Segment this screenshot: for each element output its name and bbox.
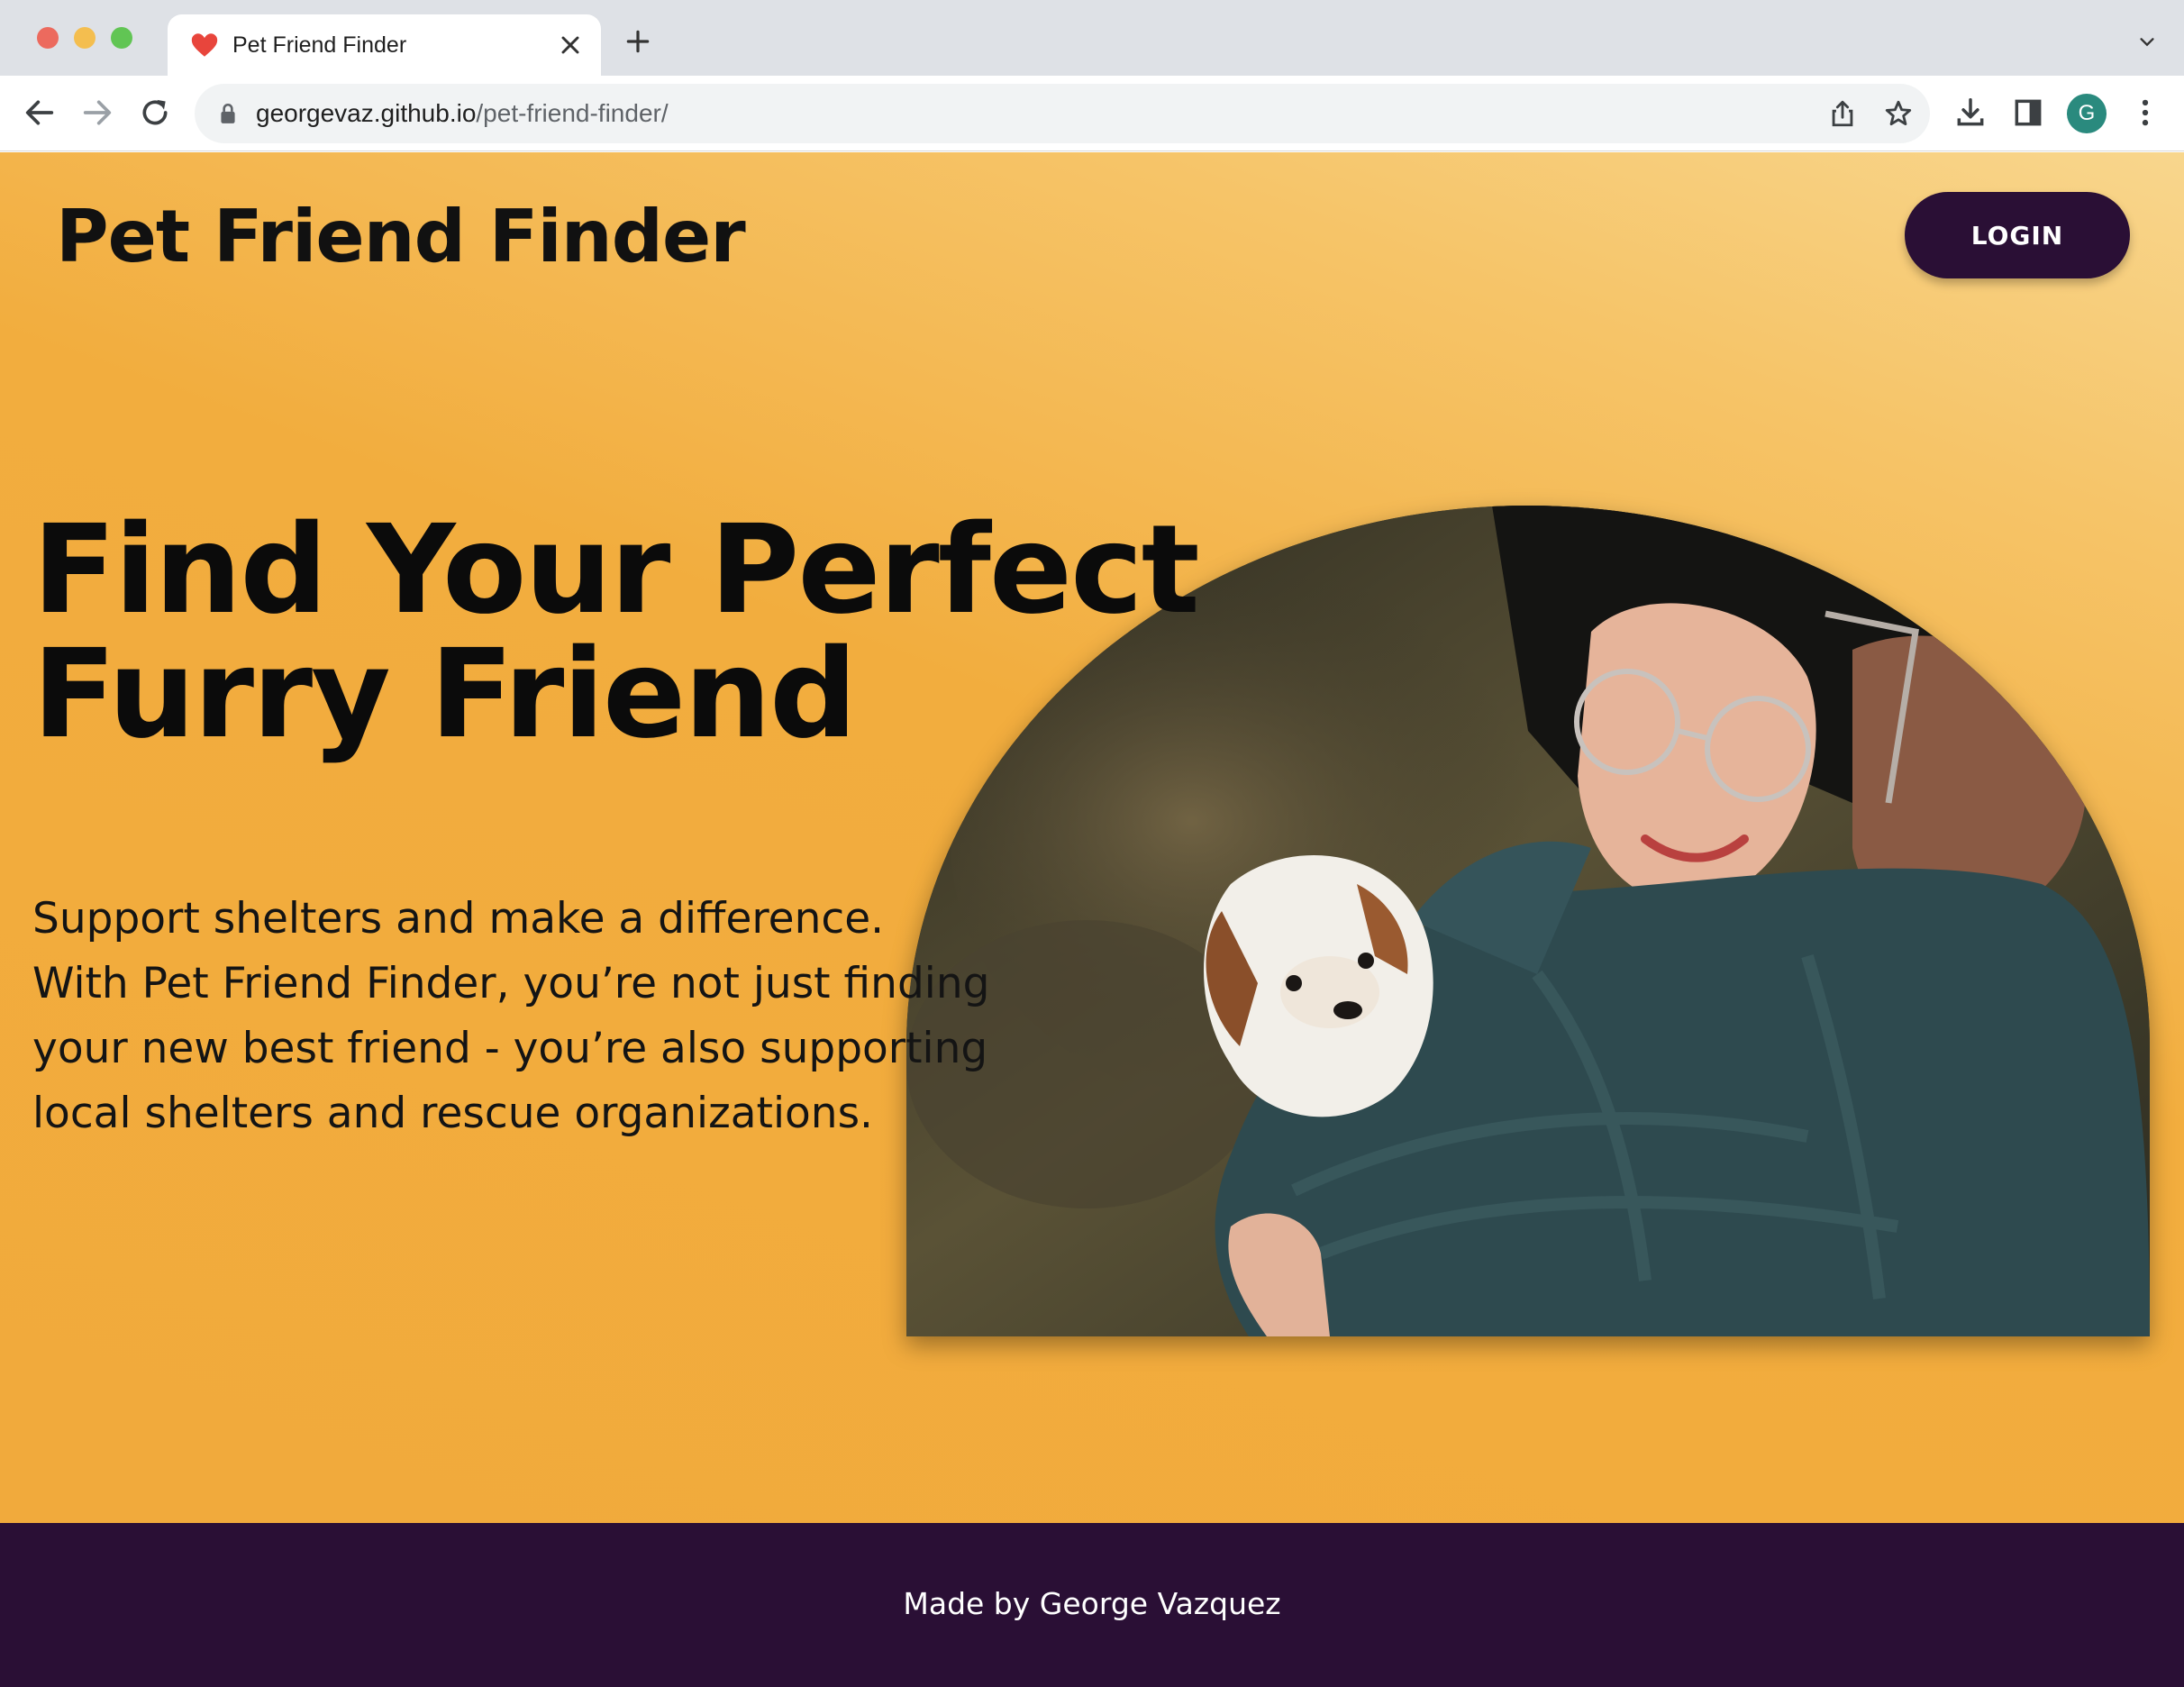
close-icon[interactable] <box>556 31 585 59</box>
window-close-button[interactable] <box>37 27 59 49</box>
profile-avatar[interactable]: G <box>2067 94 2107 133</box>
url-path: /pet-friend-finder/ <box>476 99 669 127</box>
hero-title-line: Furry Friend <box>32 624 857 766</box>
side-panel-icon[interactable] <box>2011 96 2045 130</box>
lock-icon[interactable] <box>218 102 238 125</box>
footer-credit: Made by George Vazquez <box>903 1586 1281 1621</box>
hero-title: Find Your Perfect Furry Friend <box>32 499 1200 766</box>
star-icon[interactable] <box>1883 98 1914 129</box>
hero-description: Support shelters and make a difference. … <box>32 887 1033 1146</box>
browser-tab-strip: Pet Friend Finder <box>0 0 2184 76</box>
plus-icon[interactable] <box>623 27 652 56</box>
hero-title-line: Find Your Perfect <box>32 499 1200 642</box>
heart-favicon-icon <box>191 33 218 57</box>
chevron-down-icon[interactable] <box>2137 32 2157 52</box>
window-zoom-button[interactable] <box>111 27 132 49</box>
more-vert-icon[interactable] <box>2128 96 2162 130</box>
hero-description-line: your new best friend - you’re also suppo… <box>32 1024 988 1073</box>
site-logo[interactable]: Pet Friend Finder <box>56 194 746 280</box>
login-button[interactable]: LOGIN <box>1905 192 2130 278</box>
tab-title: Pet Friend Finder <box>232 32 407 58</box>
back-arrow-icon[interactable] <box>22 95 58 131</box>
hero-description-line: With Pet Friend Finder, you’re not just … <box>32 959 990 1008</box>
hero-description-line: local shelters and rescue organizations. <box>32 1089 874 1138</box>
url-host: georgevaz.github.io <box>256 99 477 127</box>
download-icon[interactable] <box>1953 96 1988 130</box>
window-minimize-button[interactable] <box>74 27 96 49</box>
browser-toolbar: georgevaz.github.io/pet-friend-finder/ G <box>0 76 2184 151</box>
share-icon[interactable] <box>1827 98 1858 129</box>
url-text[interactable]: georgevaz.github.io/pet-friend-finder/ <box>256 98 669 129</box>
address-bar[interactable]: georgevaz.github.io/pet-friend-finder/ <box>195 84 1930 143</box>
site-footer: Made by George Vazquez <box>0 1523 2184 1687</box>
browser-tab[interactable]: Pet Friend Finder <box>168 14 601 76</box>
reload-icon[interactable] <box>137 95 173 131</box>
hero-description-line: Support shelters and make a difference. <box>32 894 885 944</box>
forward-arrow-icon[interactable] <box>79 95 115 131</box>
page-content: Pet Friend Finder LOGIN Find Your Perfec… <box>0 152 2184 1523</box>
